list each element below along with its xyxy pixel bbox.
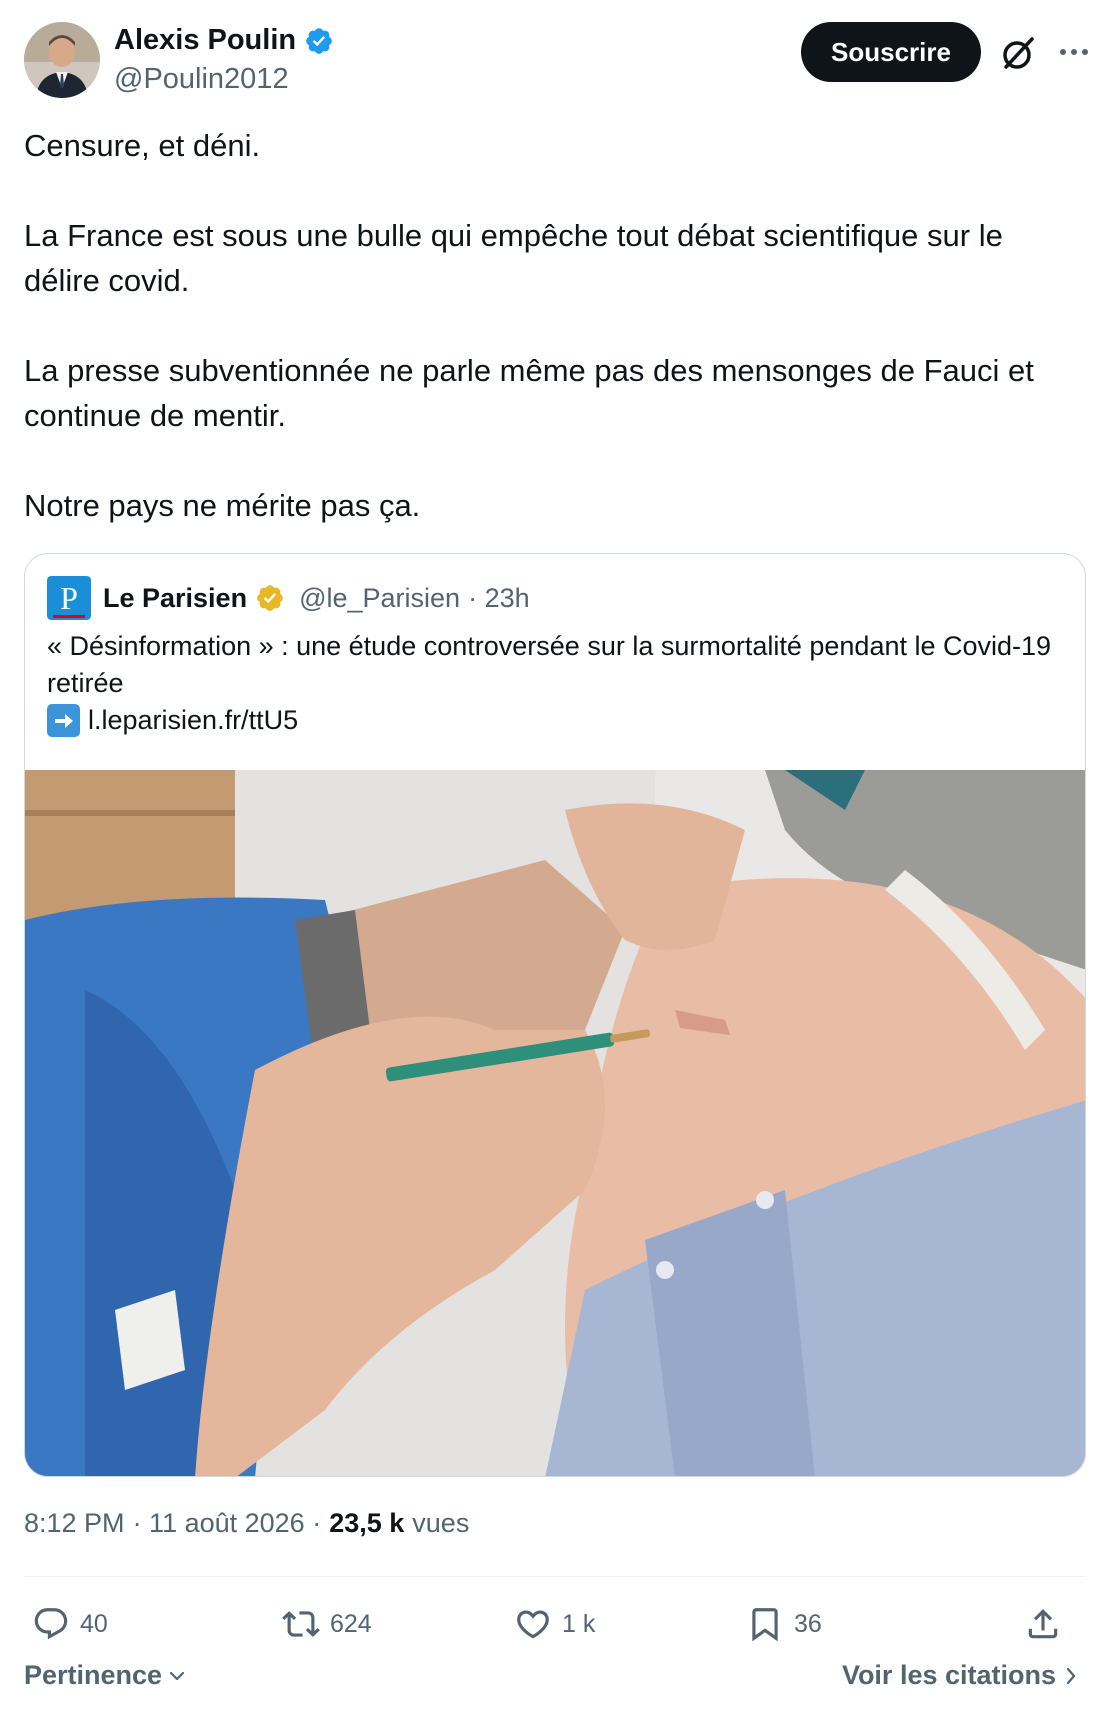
more-icon[interactable] [1054, 32, 1094, 72]
like-button[interactable]: 1 k [514, 1596, 595, 1652]
tweet-text: Censure, et déni. La France est sous une… [24, 123, 1086, 528]
quoted-tweet-body: « Désinformation » : une étude controver… [47, 628, 1057, 739]
views-count: 23,5 k [329, 1508, 405, 1538]
subscribe-button[interactable]: Souscrire [801, 22, 981, 82]
quoted-author-name[interactable]: Le Parisien [103, 583, 247, 614]
replies-footer: Pertinence Voir les citations [24, 1660, 1086, 1704]
gold-verified-badge-icon [257, 585, 283, 611]
chevron-right-icon [1066, 1667, 1076, 1684]
heart-icon [517, 1610, 549, 1639]
repost-button[interactable]: 624 [282, 1596, 372, 1652]
like-count: 1 k [562, 1609, 596, 1638]
author-handle[interactable]: @Poulin2012 [114, 63, 289, 96]
share-icon [1028, 1609, 1058, 1639]
svg-text:P: P [60, 580, 78, 616]
tweet-paragraph: La presse subventionnée ne parle même pa… [24, 353, 1034, 433]
quoted-tweet-header: P Le Parisien @le_Parisien · 23h [47, 576, 530, 620]
bookmark-button[interactable]: 36 [746, 1596, 822, 1652]
quotes-label: Voir les citations [841, 1660, 1056, 1690]
bookmark-count: 36 [794, 1609, 822, 1638]
tweet-paragraph: Censure, et déni. [24, 128, 261, 163]
repost-icon [282, 1611, 320, 1637]
quoted-tweet-text: « Désinformation » : une étude controver… [47, 631, 1052, 698]
quoted-author-handle[interactable]: @le_Parisien [299, 583, 460, 614]
repost-count: 624 [330, 1609, 372, 1638]
quoted-link[interactable]: l.leparisien.fr/ttU5 [88, 702, 298, 739]
tweet-paragraph: Notre pays ne mérite pas ça. [24, 488, 421, 523]
author-avatar[interactable] [24, 22, 100, 98]
reply-count: 40 [80, 1609, 108, 1638]
tweet-time[interactable]: 8:12 PM [24, 1508, 125, 1539]
views-label: vues [412, 1508, 470, 1538]
sort-label: Pertinence [24, 1660, 163, 1690]
grok-icon[interactable] [998, 32, 1040, 74]
le-parisien-logo-icon[interactable]: P [47, 576, 91, 620]
tweet-date[interactable]: · 11 août 2026 · [133, 1508, 322, 1539]
quoted-time: · 23h [468, 582, 530, 613]
view-quotes-link[interactable]: Voir les citations [842, 1660, 1080, 1691]
tweet-paragraph: La France est sous une bulle qui empêche… [24, 218, 1003, 298]
right-arrow-icon [47, 704, 80, 737]
verified-badge-icon [306, 27, 332, 54]
divider [24, 1576, 1086, 1577]
reply-button[interactable]: 40 [32, 1596, 108, 1652]
reply-icon [34, 1608, 68, 1640]
action-bar: 40 624 1 k 36 [24, 1596, 1086, 1652]
bookmark-icon [752, 1608, 778, 1642]
tweet-meta: 8:12 PM · 11 août 2026 · 23,5 k vues [24, 1508, 469, 1539]
share-button[interactable] [1024, 1596, 1062, 1652]
vaccination-photo[interactable] [25, 770, 1086, 1477]
sort-dropdown[interactable]: Pertinence [24, 1660, 188, 1691]
author-name[interactable]: Alexis Poulin [114, 24, 296, 57]
tweet-header: Alexis Poulin @Poulin2012 Souscrire [24, 22, 1088, 100]
chevron-down-icon [169, 1671, 185, 1680]
quoted-tweet-card[interactable]: P Le Parisien @le_Parisien · 23h « Désin… [24, 553, 1086, 1477]
